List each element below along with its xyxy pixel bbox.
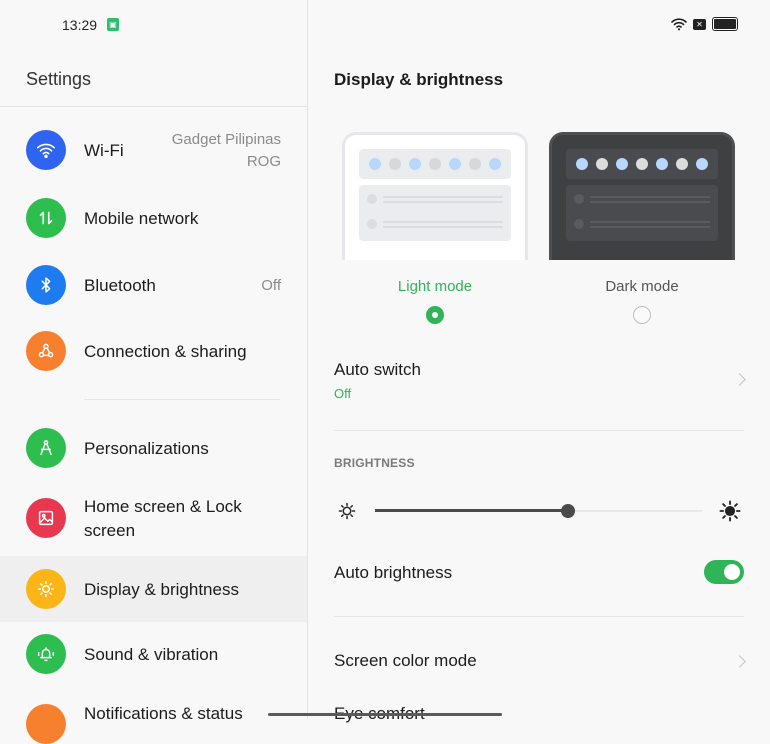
dark-mode-preview[interactable] <box>549 132 735 260</box>
brightness-slider[interactable] <box>375 504 702 518</box>
dark-mode-label[interactable]: Dark mode <box>549 278 735 295</box>
sidebar-item-label: Mobile network <box>84 209 199 228</box>
home-gesture-bar[interactable] <box>268 713 502 716</box>
bluetooth-icon <box>26 265 66 305</box>
dark-mode-radio[interactable] <box>633 306 651 324</box>
sidebar-title: Settings <box>26 69 92 89</box>
android-notification-icon: ▣ <box>107 18 119 31</box>
sidebar-item-home-lock-screen[interactable]: Home screen & Lock screen <box>0 484 307 554</box>
divider <box>84 399 280 400</box>
image-icon <box>26 498 66 538</box>
sidebar-item-label: Bluetooth <box>84 276 156 295</box>
sidebar-item-label: Personalizations <box>84 439 209 458</box>
status-time: 13:29 <box>62 17 98 33</box>
sidebar-item-label: Connection & sharing <box>84 342 247 361</box>
label-line1: Home screen & Lock <box>84 497 242 516</box>
sidebar-item-label: Sound & vibration <box>84 645 219 664</box>
sidebar-item-label: Home screen & Lock screen <box>84 495 242 543</box>
divider <box>334 616 744 617</box>
bluetooth-status: Off <box>261 277 281 294</box>
label-line2: screen <box>84 521 136 540</box>
share-icon <box>26 331 66 371</box>
sidebar-item-label: Wi-Fi <box>84 141 124 160</box>
preview-list <box>359 185 511 241</box>
light-mode-label[interactable]: Light mode <box>342 278 528 295</box>
sidebar-item-mobile-network[interactable]: Mobile network <box>0 186 307 252</box>
low-brightness-icon <box>338 502 356 520</box>
divider <box>0 106 307 107</box>
sim-none-icon: ✕ <box>693 18 706 30</box>
auto-brightness-label: Auto brightness <box>334 563 453 582</box>
data-arrows-icon <box>26 198 66 238</box>
display-brightness-panel: ✕ Display & brightness Light mode Dark m… <box>308 0 770 723</box>
sidebar-item-label: Display & brightness <box>84 580 239 599</box>
sidebar-item-personalizations[interactable]: Personalizations <box>0 416 307 482</box>
screen-color-mode-label: Screen color mode <box>334 651 477 670</box>
status-icons: ✕ <box>671 17 738 31</box>
compass-icon <box>26 428 66 468</box>
chevron-right-icon <box>733 655 746 668</box>
divider <box>334 430 744 431</box>
brightness-section-header: BRIGHTNESS <box>334 456 415 470</box>
wifi-network-name-line1: Gadget Pilipinas <box>171 131 281 148</box>
auto-switch-label: Auto switch <box>334 360 421 379</box>
light-mode-preview[interactable] <box>342 132 528 260</box>
sidebar-item-wifi[interactable]: Wi-Fi Gadget Pilipinas ROG <box>0 120 307 182</box>
auto-switch-value: Off <box>334 386 352 401</box>
preview-quick-toggles <box>566 149 718 179</box>
light-mode-radio[interactable] <box>426 306 444 324</box>
sidebar-item-display-brightness[interactable]: Display & brightness <box>0 556 307 622</box>
high-brightness-icon <box>719 500 741 522</box>
wifi-icon <box>671 18 687 31</box>
settings-sidebar: 13:29 ▣ Settings Wi-Fi Gadget Pilipinas … <box>0 0 308 744</box>
sidebar-item-notifications-status[interactable]: Notifications & status <box>0 690 307 744</box>
sidebar-item-connection-sharing[interactable]: Connection & sharing <box>0 318 307 384</box>
battery-icon <box>712 17 738 31</box>
slider-thumb[interactable] <box>560 504 575 518</box>
wifi-icon <box>26 130 66 170</box>
sidebar-item-label: Notifications & status <box>84 704 243 723</box>
sidebar-item-bluetooth[interactable]: Bluetooth Off <box>0 252 307 318</box>
sidebar-item-sound-vibration[interactable]: Sound & vibration <box>0 622 307 688</box>
auto-brightness-toggle[interactable] <box>704 560 744 584</box>
wifi-network-name: Gadget Pilipinas ROG <box>172 129 281 173</box>
bell-icon <box>26 634 66 674</box>
wifi-network-name-line2: ROG <box>246 153 281 170</box>
notification-icon <box>26 704 66 744</box>
preview-list <box>566 185 718 241</box>
page-title: Display & brightness <box>334 70 504 89</box>
slider-fill <box>375 509 568 512</box>
sun-icon <box>26 569 66 609</box>
chevron-right-icon <box>733 373 746 386</box>
preview-quick-toggles <box>359 149 511 179</box>
